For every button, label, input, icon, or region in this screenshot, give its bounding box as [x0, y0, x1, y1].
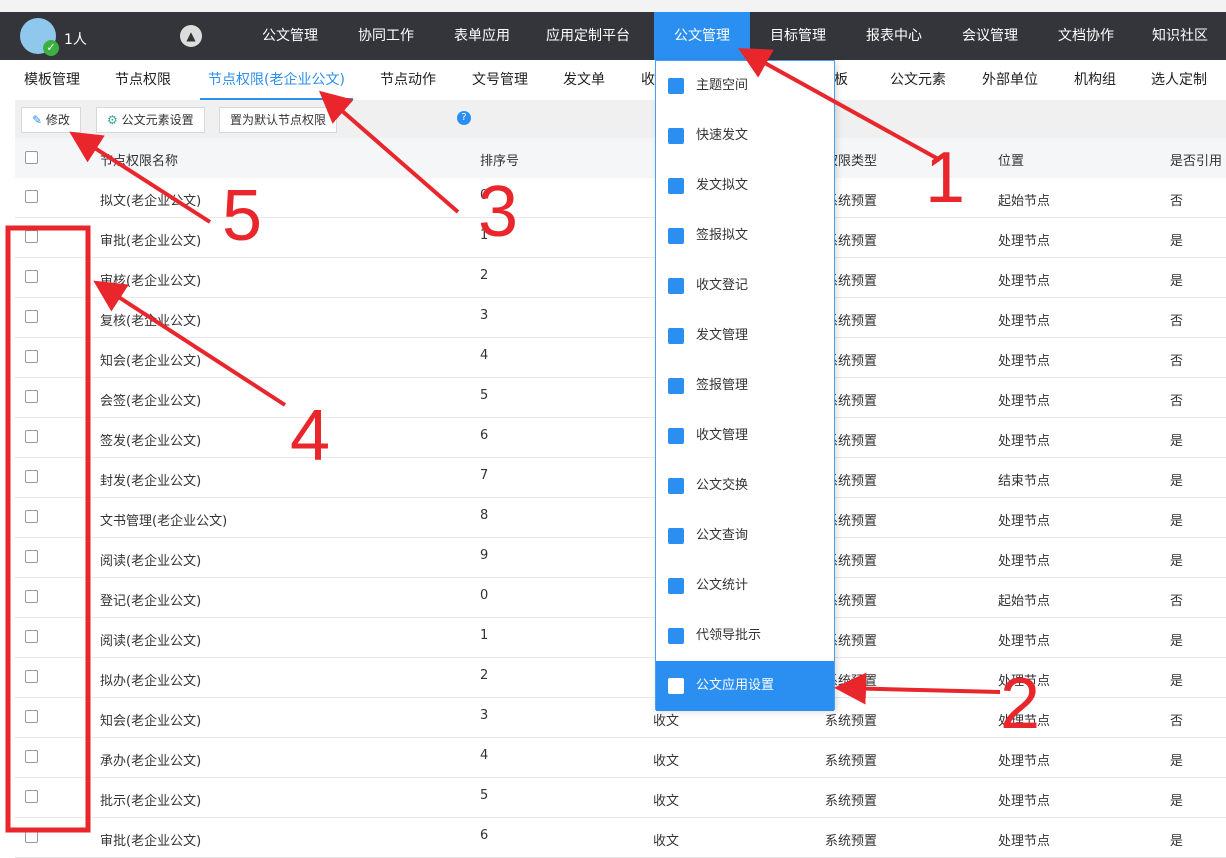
arrow-5 [69, 131, 212, 224]
checkbox-highlight-box [5, 225, 91, 833]
arrow-4 [93, 280, 287, 407]
label-4: 4 [290, 396, 330, 476]
arrow-3 [318, 90, 460, 214]
label-2: 2 [1000, 664, 1040, 744]
label-1: 1 [925, 138, 965, 218]
label-5: 5 [222, 176, 262, 256]
arrow-2 [834, 672, 1001, 705]
label-3: 3 [478, 172, 518, 252]
arrow-1 [738, 48, 941, 162]
annotation-overlay: 1 2 3 4 5 [5, 48, 1040, 833]
